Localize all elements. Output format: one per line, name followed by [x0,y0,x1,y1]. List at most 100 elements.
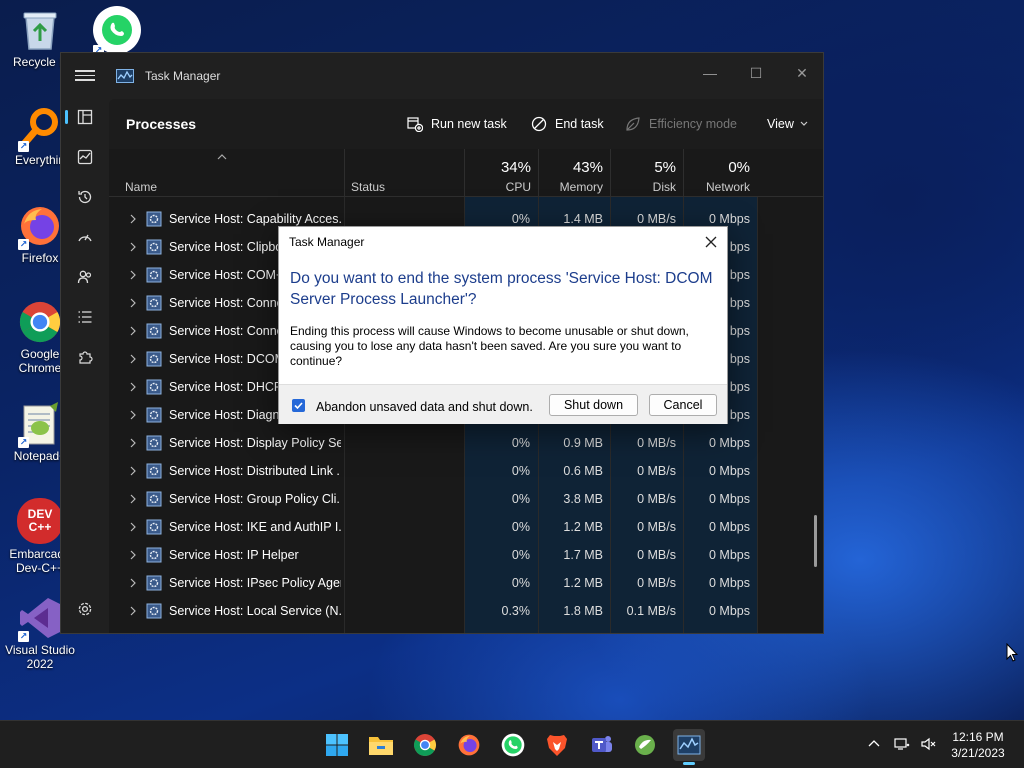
end-process-dialog: Task Manager Do you want to end the syst… [278,226,728,424]
process-memory: 1.8 MB [563,604,603,618]
volume-muted-icon[interactable] [920,736,936,752]
service-host-icon [146,547,162,563]
chevron-right-icon[interactable] [129,466,137,476]
taskbar-firefox[interactable] [453,729,485,761]
chevron-right-icon[interactable] [129,606,137,616]
chevron-right-icon[interactable] [129,242,137,252]
leaf-icon [626,117,640,131]
sidebar-item-performance[interactable] [65,141,105,173]
shut-down-button[interactable]: Shut down [549,394,638,416]
taskbar-clock-time[interactable]: 12:16 PM [948,730,1008,744]
chevron-right-icon[interactable] [129,270,137,280]
taskbar-clock-date[interactable]: 3/21/2023 [946,746,1010,760]
minimize-button[interactable]: — [687,59,733,87]
sidebar-item-users[interactable] [65,261,105,293]
view-dropdown[interactable]: View [767,114,817,134]
table-row[interactable]: Service Host: IPsec Policy Agent 0% 1.2 MB… [109,569,815,597]
dialog-footer: Abandon unsaved data and shut down. Shut… [279,384,727,424]
sidebar-item-processes[interactable] [65,101,105,133]
table-row[interactable]: Service Host: Distributed Link ... 0% 0.6 … [109,457,815,485]
table-row[interactable]: Service Host: Local Service (N... 0.3% 1.8… [109,597,815,625]
chevron-right-icon[interactable] [129,326,137,336]
network-column-label: Network [705,180,750,194]
process-name: Service Host: IKE and AuthIP I... [169,520,341,534]
chevron-right-icon[interactable] [129,438,137,448]
desktop-icon-whatsapp[interactable]: ↗ [77,6,157,57]
sidebar-item-startup-apps[interactable] [65,221,105,253]
taskbar-teams[interactable] [585,729,617,761]
process-cpu: 0% [511,212,530,226]
table-row[interactable]: Service Host: Display Policy Se... 0% 0.9 … [109,429,815,457]
chevron-right-icon[interactable] [129,214,137,224]
chevron-right-icon[interactable] [129,298,137,308]
run-new-task-button[interactable]: Run new task [407,114,507,134]
dialog-body-text: Ending this process will cause Windows t… [290,324,689,368]
taskbar-green-app[interactable] [629,729,661,761]
efficiency-mode-button[interactable]: Efficiency mode [625,114,737,134]
chevron-right-icon[interactable] [129,354,137,364]
sidebar-item-details[interactable] [65,301,105,333]
services-puzzle-icon [79,351,93,364]
service-host-icon [146,239,162,255]
windows-logo-icon [326,734,348,756]
taskbar-task-manager[interactable] [673,729,705,765]
chevron-right-icon[interactable] [129,382,137,392]
cancel-button[interactable]: Cancel [649,394,717,416]
table-row[interactable]: Service Host: Group Policy Cli... 0% 3.8 M… [109,485,815,513]
taskbar-brave[interactable] [541,729,573,761]
chevron-right-icon[interactable] [129,578,137,588]
column-header-disk[interactable]: 5% Disk [610,149,683,197]
process-memory: 1.2 MB [563,520,603,534]
run-new-task-label: Run new task [431,117,507,131]
column-header-network[interactable]: 0% Network [683,149,757,197]
table-row[interactable]: Service Host: IKE and AuthIP I... 0% 1.2 M… [109,513,815,541]
shortcut-arrow-icon: ↗ [18,141,29,152]
sidebar-item-app-history[interactable] [65,181,105,213]
process-cpu: 0% [511,548,530,562]
table-row[interactable]: Service Host: IP Helper 0% 1.7 MB 0 MB/s 0 M… [109,541,815,569]
abandon-data-checkbox[interactable] [292,399,305,412]
chevron-right-icon[interactable] [129,494,137,504]
sidebar-item-settings[interactable] [65,593,105,625]
title-bar[interactable]: Task Manager — ☐ ✕ [61,53,823,99]
chevron-right-icon[interactable] [129,410,137,420]
taskbar-whatsapp[interactable] [497,729,529,761]
efficiency-mode-label: Efficiency mode [649,117,738,131]
processes-icon [77,109,93,125]
process-memory: 1.2 MB [563,576,603,590]
service-host-icon [146,211,162,227]
process-disk: 0 MB/s [637,492,676,506]
network-icon[interactable] [894,736,910,752]
taskbar-start-button[interactable] [321,729,353,761]
checkmark-icon [294,402,303,410]
service-host-icon [146,407,162,423]
tray-chevron-up-icon[interactable] [866,736,882,752]
service-host-icon [146,379,162,395]
end-task-button[interactable]: End task [531,114,604,134]
taskbar-file-explorer[interactable] [365,729,397,761]
run-new-task-icon [407,117,423,132]
taskbar-chrome[interactable] [409,729,441,761]
devcpp-icon: DEV C++ [17,498,63,544]
maximize-button[interactable]: ☐ [733,59,779,87]
process-name: Service Host: Group Policy Cli... [169,492,341,506]
column-header-memory[interactable]: 43% Memory [538,149,610,197]
column-header-name[interactable]: Name [109,149,344,197]
abandon-data-checkbox-label[interactable]: Abandon unsaved data and shut down. [316,400,533,414]
process-disk: 0 MB/s [637,212,676,226]
chevron-right-icon[interactable] [129,522,137,532]
vertical-scrollbar[interactable] [814,515,817,567]
process-disk: 0 MB/s [637,548,676,562]
dialog-heading: Do you want to end the system process 'S… [290,270,713,308]
process-cpu: 0% [511,576,530,590]
column-header-status[interactable]: Status [344,149,464,197]
column-header-cpu[interactable]: 34% CPU [464,149,538,197]
hamburger-menu-icon[interactable] [75,67,95,85]
window-title: Task Manager [145,69,221,83]
service-host-icon [146,491,162,507]
close-button[interactable]: ✕ [779,59,825,87]
chevron-right-icon[interactable] [129,550,137,560]
sidebar-item-services[interactable] [65,341,105,373]
process-disk: 0 MB/s [637,464,676,478]
close-icon[interactable] [701,232,721,252]
